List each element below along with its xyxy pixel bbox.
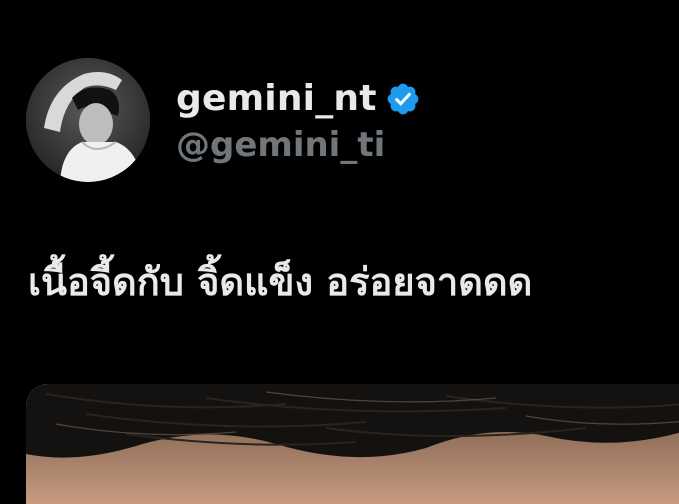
user-handle[interactable]: @gemini_ti [176, 126, 421, 164]
media-photo [26, 384, 679, 504]
display-name-row: gemini_nt [176, 75, 421, 123]
avatar-photo [26, 58, 150, 182]
verified-badge-icon[interactable] [385, 81, 421, 117]
tweet-header: gemini_nt @gemini_ti [26, 58, 421, 182]
tweet-media[interactable] [26, 384, 679, 504]
author-info: gemini_nt @gemini_ti [176, 75, 421, 164]
avatar[interactable] [26, 58, 150, 182]
display-name[interactable]: gemini_nt [176, 81, 377, 117]
tweet-text: เนื้อจี้ดกับ จิ้ดแข็ง อร่อยจาดดด [28, 260, 533, 304]
